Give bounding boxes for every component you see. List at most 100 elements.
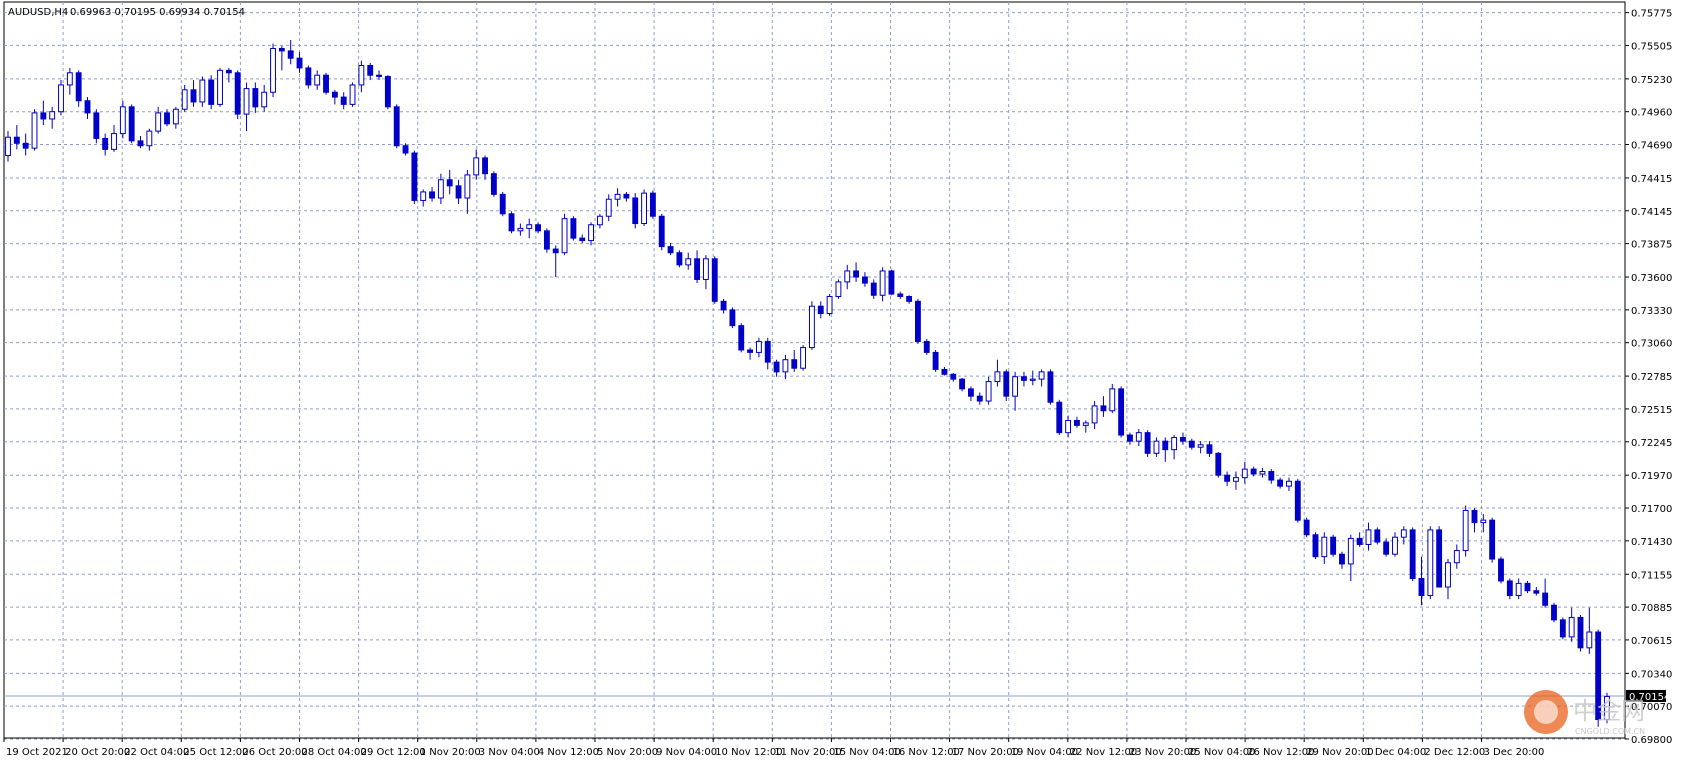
candle-body-down: [932, 351, 939, 370]
candle-body-up: [1515, 582, 1522, 597]
time-tick-label: 1 Nov 20:00: [420, 747, 481, 758]
price-axis[interactable]: 0.75775 0.75505 0.75230 0.74960 0.74690 0.744…: [1625, 9, 1672, 746]
candle-body-up: [1233, 477, 1239, 482]
candle-body-down: [340, 96, 347, 105]
candle-body-down: [950, 373, 957, 380]
candle-body-up: [1012, 376, 1019, 397]
candle-body-up: [31, 112, 38, 149]
candle-body-up: [826, 295, 833, 314]
candle-body-up: [1392, 536, 1398, 555]
candle-body-up: [1445, 562, 1451, 588]
candle-body-down: [1188, 440, 1195, 448]
candle-body-down: [323, 74, 329, 93]
ohlc-values: 0.69963 0.70195 0.69934 0.70154: [70, 7, 245, 18]
candle-body-up: [473, 157, 480, 176]
candle-body-down: [676, 252, 683, 266]
candle-body-down: [164, 112, 170, 125]
candle-body-down: [1489, 519, 1496, 560]
price-tick-label: 0.71970: [1631, 471, 1672, 482]
price-tick-label: 0.72515: [1631, 405, 1672, 416]
candle-body-down: [1162, 440, 1169, 451]
candle-body-down: [1542, 592, 1549, 606]
candle-body-up: [835, 281, 842, 297]
candle-body-down: [1418, 578, 1425, 597]
candle-body-down: [84, 100, 91, 114]
candle-body-up: [614, 193, 621, 200]
time-tick-label: 16 Nov 12:00: [893, 747, 960, 758]
candle-body-down: [278, 47, 285, 52]
time-tick-label: 25 Nov 04:00: [1188, 747, 1255, 758]
watermark-en: CNGOLD.COM.CN: [1575, 727, 1645, 736]
candle-body-down: [1383, 541, 1390, 555]
candlestick-chart[interactable]: 0.75775 0.75505 0.75230 0.74960 0.74690 0.744…: [0, 0, 1683, 765]
candle-body-down: [1551, 604, 1557, 621]
candle-body-up: [1453, 550, 1460, 564]
candle-body-up: [800, 347, 807, 369]
candle-body-down: [393, 106, 400, 147]
candle-body-down: [1206, 444, 1213, 454]
candle-body-up: [464, 174, 471, 199]
time-tick-label: 3 Dec 20:00: [1484, 747, 1545, 758]
candle-body-down: [791, 359, 798, 369]
candle-body-up: [58, 84, 64, 113]
candle-body-down: [1056, 401, 1063, 434]
candle-body-down: [535, 224, 541, 232]
candle-body-down: [1577, 616, 1584, 649]
candle-body-down: [773, 361, 780, 373]
candle-body-down: [747, 349, 754, 353]
candle-body-up: [605, 198, 612, 217]
candle-body-up: [1427, 529, 1434, 597]
candle-body-down: [455, 185, 462, 199]
candle-body-down: [711, 258, 718, 302]
candle-body-down: [623, 193, 630, 199]
candle-body-down: [93, 112, 100, 139]
candle-body-down: [508, 213, 515, 232]
candle-body-down: [13, 136, 20, 144]
candle-body-down: [40, 112, 47, 120]
candle-body-down: [234, 72, 241, 115]
chart-header: AUDUSD,H4 0.69963 0.70195 0.69934 0.7015…: [8, 7, 245, 18]
candle-body-down: [968, 388, 974, 397]
time-tick-label: 19 Nov 04:00: [1011, 747, 1078, 758]
candle-body-down: [1047, 371, 1054, 403]
candle-body-up: [561, 218, 568, 254]
candle-body-down: [1074, 419, 1080, 426]
candle-body-down: [1436, 529, 1443, 588]
candle-body-down: [959, 378, 966, 390]
candle-body-down: [411, 152, 418, 201]
candle-body-up: [755, 340, 762, 353]
price-tick-label: 0.73875: [1631, 240, 1672, 251]
candle-body-up: [702, 258, 709, 280]
candle-body-down: [367, 64, 374, 76]
candle-body-up: [181, 89, 188, 110]
time-axis[interactable]: 19 Oct 202120 Oct 20:0022 Oct 04:0025 Oc…: [3, 738, 1545, 758]
candle-body-up: [111, 133, 117, 150]
price-tick-label: 0.72785: [1631, 372, 1672, 383]
chart-window[interactable]: 0.75775 0.75505 0.75230 0.74960 0.74690 0.744…: [0, 0, 1683, 765]
candle-body-up: [49, 111, 56, 120]
candle-body-down: [376, 74, 382, 77]
candle-body-up: [596, 215, 603, 226]
candle-body-down: [870, 282, 877, 296]
candle-body-down: [1277, 479, 1284, 487]
candle-body-down: [888, 270, 895, 295]
price-tick-label: 0.75775: [1631, 9, 1672, 20]
symbol-label: AUDUSD,H4: [8, 7, 68, 18]
time-tick-label: 1 Dec 04:00: [1365, 747, 1426, 758]
candle-body-down: [658, 215, 665, 248]
candle-body-up: [349, 84, 356, 105]
candle-body-up: [217, 69, 223, 105]
time-tick-label: 20 Oct 20:00: [65, 747, 130, 758]
candle-body-down: [1250, 468, 1257, 475]
price-tick-label: 0.74960: [1631, 108, 1672, 119]
time-tick-label: 25 Oct 12:00: [183, 747, 248, 758]
candle-body-down: [1294, 480, 1301, 521]
candle-body-up: [1365, 529, 1372, 545]
price-tick-label: 0.72245: [1631, 438, 1672, 449]
time-tick-label: 3 Nov 04:00: [479, 747, 540, 758]
candle-body-down: [331, 91, 338, 98]
price-tick-label: 0.73060: [1631, 339, 1672, 350]
price-tick-label: 0.71700: [1631, 504, 1672, 515]
candle-body-up: [1171, 437, 1178, 451]
candle-body-down: [499, 193, 506, 215]
